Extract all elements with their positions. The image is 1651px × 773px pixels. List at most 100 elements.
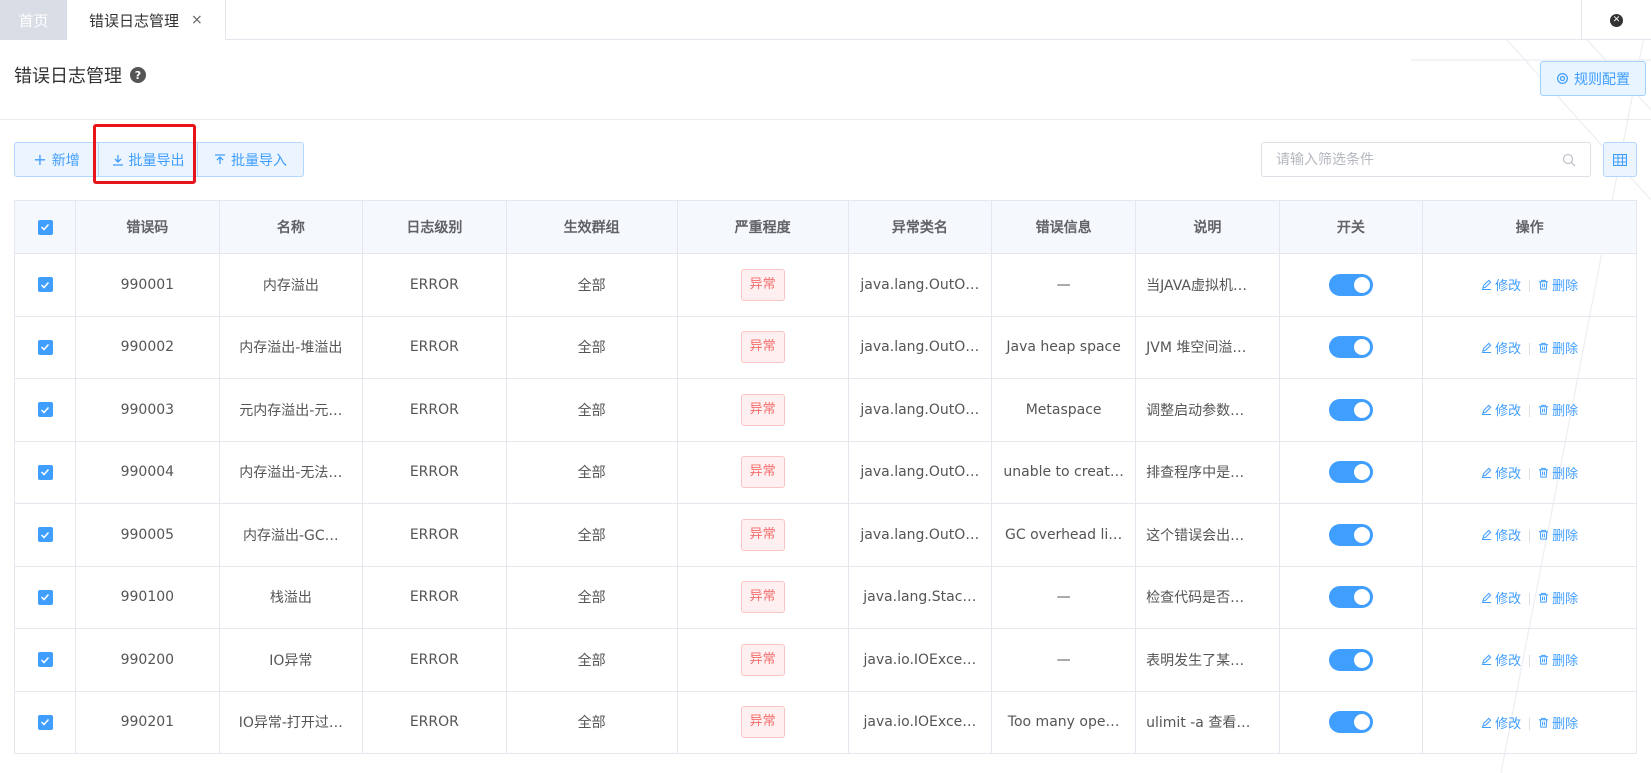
cell-error-code: 990201 <box>75 691 220 754</box>
header-group[interactable]: 生效群组 <box>506 200 678 254</box>
tab-home[interactable]: 首页 <box>0 0 67 40</box>
cell-group: 全部 <box>506 378 678 442</box>
severity-badge: 异常 <box>740 393 785 426</box>
filter-search-input[interactable] <box>1276 151 1562 168</box>
edit-button[interactable]: 修改 <box>1481 588 1521 607</box>
table-row: 990200 IO异常 ERROR 全部 异常 java.io.IOExce… — 表明发生了… <box>14 628 1637 692</box>
search-icon[interactable] <box>1562 153 1576 167</box>
cell-error-message: Metaspace <box>991 378 1137 442</box>
column-settings-button[interactable] <box>1603 142 1637 177</box>
header-log-level[interactable]: 日志级别 <box>362 200 507 254</box>
cell-log-level: ERROR <box>362 441 507 504</box>
edit-button[interactable]: 修改 <box>1481 338 1521 357</box>
header-description[interactable]: 说明 <box>1135 200 1280 254</box>
select-all-checkbox[interactable] <box>37 219 53 235</box>
enable-toggle[interactable] <box>1328 523 1373 546</box>
cell-exception-class: java.lang.OutO… <box>848 378 993 442</box>
header-exception-class[interactable]: 异常类名 <box>848 200 993 254</box>
cell-error-message: — <box>991 566 1137 629</box>
delete-button[interactable]: 删除 <box>1538 713 1578 732</box>
cell-error-message: GC overhead li… <box>991 503 1137 567</box>
enable-toggle[interactable] <box>1328 648 1373 671</box>
cell-severity: 异常 <box>677 691 849 754</box>
edit-label: 修改 <box>1495 279 1522 295</box>
trash-icon <box>1538 655 1549 665</box>
tab-close-icon[interactable]: × <box>191 12 203 28</box>
add-button[interactable]: + 新增 <box>14 142 99 177</box>
row-checkbox[interactable] <box>37 464 53 480</box>
cell-severity: 异常 <box>677 503 849 567</box>
tab-bar: 首页 错误日志管理 × ✕ <box>0 0 1651 40</box>
cell-log-level: ERROR <box>362 566 507 629</box>
cell-switch <box>1279 253 1424 317</box>
row-checkbox[interactable] <box>37 589 53 605</box>
header-name[interactable]: 名称 <box>219 200 364 254</box>
cell-group: 全部 <box>506 253 678 317</box>
header-severity[interactable]: 严重程度 <box>677 200 849 254</box>
delete-label: 删除 <box>1552 404 1579 420</box>
delete-button[interactable]: 删除 <box>1538 275 1578 294</box>
delete-button[interactable]: 删除 <box>1538 338 1578 357</box>
cell-group: 全部 <box>506 691 678 754</box>
row-checkbox[interactable] <box>37 652 53 668</box>
cell-description: JVM 堆空间溢… <box>1135 316 1280 379</box>
edit-icon <box>1481 592 1492 603</box>
header-error-code[interactable]: 错误码 <box>75 200 220 254</box>
edit-button[interactable]: 修改 <box>1481 275 1521 294</box>
enable-toggle[interactable] <box>1328 586 1373 609</box>
rules-config-button[interactable]: 规则配置 <box>1540 61 1646 96</box>
delete-button[interactable]: 删除 <box>1538 463 1578 482</box>
delete-label: 删除 <box>1552 716 1579 732</box>
cell-error-code: 990004 <box>75 441 220 504</box>
enable-toggle[interactable] <box>1328 711 1373 734</box>
header-switch[interactable]: 开关 <box>1279 200 1424 254</box>
severity-badge: 异常 <box>740 706 785 739</box>
cell-description: 调整启动参数… <box>1135 378 1280 442</box>
delete-button[interactable]: 删除 <box>1538 650 1578 669</box>
row-checkbox[interactable] <box>37 402 53 418</box>
edit-button[interactable]: 修改 <box>1481 650 1521 669</box>
row-checkbox[interactable] <box>37 339 53 355</box>
enable-toggle[interactable] <box>1328 461 1373 484</box>
delete-label: 删除 <box>1552 341 1579 357</box>
row-checkbox[interactable] <box>37 277 53 293</box>
delete-button[interactable]: 删除 <box>1538 400 1578 419</box>
delete-button[interactable]: 删除 <box>1538 525 1578 544</box>
enable-toggle[interactable] <box>1328 273 1373 296</box>
edit-button[interactable]: 修改 <box>1481 713 1521 732</box>
cell-actions: 修改 删除 <box>1422 691 1637 754</box>
close-circle-icon: ✕ <box>1610 13 1623 27</box>
cell-exception-class: java.io.IOExce… <box>848 691 993 754</box>
row-checkbox[interactable] <box>37 527 53 543</box>
add-label: 新增 <box>51 152 80 169</box>
cell-error-message: Java heap space <box>991 316 1137 379</box>
severity-badge: 异常 <box>740 456 785 489</box>
edit-label: 修改 <box>1495 654 1522 670</box>
cell-description: 当JAVA虚拟机… <box>1135 253 1280 317</box>
cell-exception-class: java.lang.Stac… <box>848 566 993 629</box>
edit-button[interactable]: 修改 <box>1481 463 1521 482</box>
delete-button[interactable]: 删除 <box>1538 588 1578 607</box>
cell-severity: 异常 <box>677 628 849 692</box>
severity-badge: 异常 <box>740 268 785 301</box>
table-row: 990003 元内存溢出-元… ERROR 全部 异常 java.lang.OutO… Me… <box>14 378 1637 442</box>
cell-name: 内存溢出-GC… <box>219 503 364 567</box>
trash-icon <box>1538 342 1549 353</box>
help-icon[interactable]: ? <box>130 67 146 83</box>
edit-button[interactable]: 修改 <box>1481 525 1521 544</box>
enable-toggle[interactable] <box>1328 336 1373 359</box>
enable-toggle[interactable] <box>1328 398 1373 421</box>
edit-label: 修改 <box>1495 341 1522 357</box>
cell-actions: 修改 删除 <box>1422 628 1637 692</box>
tab-error-log[interactable]: 错误日志管理 × <box>67 0 226 40</box>
table-body: 990001 内存溢出 ERROR 全部 异常 java.lang.OutO… — 当JAVA… <box>14 253 1637 754</box>
edit-button[interactable]: 修改 <box>1481 400 1521 419</box>
batch-import-button[interactable]: 批量导入 <box>197 142 304 177</box>
close-all-tabs-button[interactable]: ✕ <box>1581 0 1651 40</box>
row-select-cell <box>14 441 77 504</box>
row-checkbox[interactable] <box>37 714 53 730</box>
cell-severity: 异常 <box>677 566 849 629</box>
header-error-message[interactable]: 错误信息 <box>991 200 1137 254</box>
cell-name: IO异常 <box>219 628 364 692</box>
edit-icon <box>1481 404 1492 416</box>
